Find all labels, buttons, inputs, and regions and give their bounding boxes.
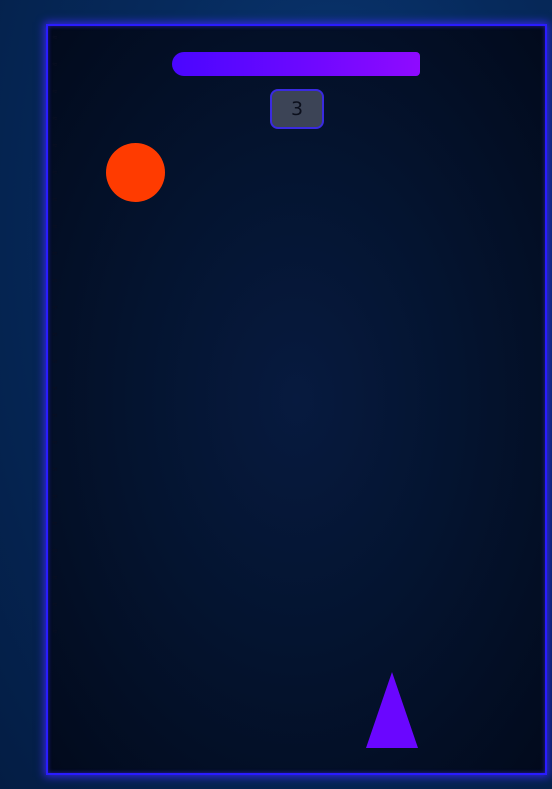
lane-marker: ≈ bbox=[52, 60, 58, 70]
top-paddle-bar bbox=[172, 52, 420, 76]
lane-marker: ≈ bbox=[52, 384, 58, 394]
lane-marker: ≈ bbox=[52, 33, 58, 43]
lane-marker: ≈ bbox=[52, 276, 58, 286]
score-counter: 3 bbox=[270, 89, 324, 129]
lane-marker: ≈ bbox=[52, 114, 58, 124]
lane-marker: ≈ bbox=[52, 357, 58, 367]
lane-marker: ≈ bbox=[52, 330, 58, 340]
lane-marker: ≈ bbox=[52, 465, 58, 475]
lane-marker: ≈ bbox=[52, 87, 58, 97]
lane-marker: ≈ bbox=[52, 573, 58, 583]
lane-marker: ≈ bbox=[52, 168, 58, 178]
lane-marker: ≈ bbox=[52, 600, 58, 610]
lane-marker: ≈ bbox=[52, 195, 58, 205]
lane-marker: ≈ bbox=[52, 519, 58, 529]
lane-marker: ≈ bbox=[52, 249, 58, 259]
lane-marker: ≈ bbox=[52, 303, 58, 313]
lane-marker: ≈ bbox=[52, 492, 58, 502]
game-board[interactable]: ≈ ≈ ≈ ≈ ≈ ≈ ≈ ≈ ≈ ≈ ≈ ≈ ≈ ≈ ≈ ≈ ≈ ≈ ≈ ≈ ≈ ≈ ≈ 3 bbox=[46, 24, 547, 775]
ball bbox=[106, 143, 165, 202]
player-ship-icon[interactable] bbox=[366, 672, 418, 748]
lane-marker: ≈ bbox=[52, 438, 58, 448]
lane-marker: ≈ bbox=[52, 411, 58, 421]
left-lane-markers: ≈ ≈ ≈ ≈ ≈ ≈ ≈ ≈ ≈ ≈ ≈ ≈ ≈ ≈ ≈ ≈ ≈ ≈ ≈ ≈ ≈ ≈ ≈ bbox=[52, 34, 66, 644]
lane-marker: ≈ bbox=[52, 546, 58, 556]
lane-marker: ≈ bbox=[52, 141, 58, 151]
lane-marker: ≈ bbox=[52, 222, 58, 232]
lane-marker: ≈ bbox=[52, 627, 58, 637]
